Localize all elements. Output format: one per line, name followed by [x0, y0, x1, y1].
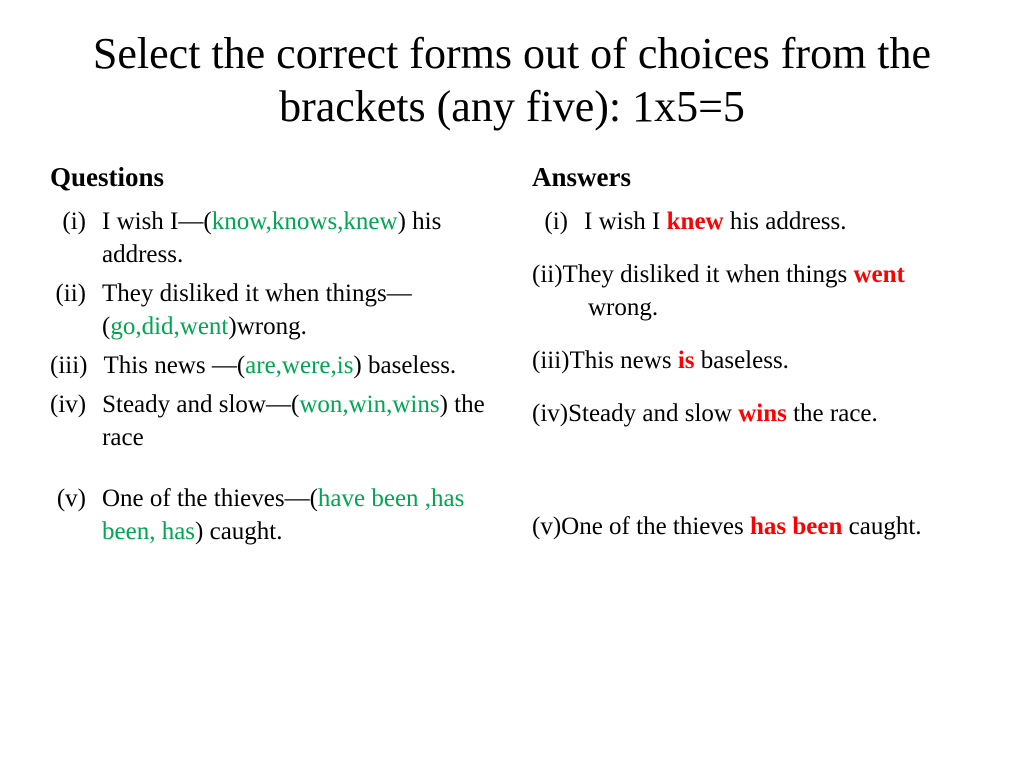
- answer-2: (ii)They disliked it when things went wr…: [532, 258, 974, 324]
- text: the race.: [787, 400, 878, 427]
- question-4: (iv) Steady and slow—(won,win,wins) the …: [50, 388, 492, 454]
- text: (v)One of the thieves: [532, 513, 750, 540]
- choice-text: won,win,wins: [299, 391, 439, 418]
- text: I wish I: [584, 208, 667, 235]
- text: (iv)Steady and slow: [532, 400, 738, 427]
- question-body: One of the thieves—(have been ,has been,…: [102, 482, 492, 548]
- answer-word: is: [678, 347, 695, 374]
- question-body: Steady and slow—(won,win,wins) the race: [102, 388, 492, 454]
- answer-3: (iii)This news is baseless.: [532, 344, 974, 377]
- answer-5: (v)One of the thieves has been caught.: [532, 510, 974, 543]
- answer-word: has been: [750, 513, 842, 540]
- question-body: I wish I—(know,knows,knew) his address.: [102, 205, 492, 271]
- question-2: (ii) They disliked it when things—(go,di…: [50, 277, 492, 343]
- question-1: (i) I wish I—(know,knows,knew) his addre…: [50, 205, 492, 271]
- text: his address.: [724, 208, 847, 235]
- answer-word: wins: [738, 400, 787, 427]
- question-marker: (v): [50, 482, 102, 548]
- answer-1: (i) I wish I knew his address.: [532, 205, 974, 238]
- text: (ii)They disliked it when things: [532, 261, 853, 288]
- question-marker: (i): [50, 205, 102, 271]
- text: baseless.: [695, 347, 789, 374]
- question-marker: (iii): [50, 349, 104, 382]
- answer-marker: (i): [532, 205, 584, 238]
- answer-body: I wish I knew his address.: [584, 205, 847, 238]
- answer-word: went: [853, 261, 904, 288]
- choice-text: know,knows,knew: [212, 208, 398, 235]
- question-body: They disliked it when things—(go,did,wen…: [102, 277, 492, 343]
- question-body: This news —(are,were,is) baseless.: [104, 349, 493, 382]
- questions-column: Questions (i) I wish I—(know,knows,knew)…: [50, 160, 492, 564]
- page-title: Select the correct forms out of choices …: [50, 28, 974, 134]
- choice-text: are,were,is: [245, 352, 353, 379]
- text: )wrong.: [228, 313, 306, 340]
- question-marker: (ii): [50, 277, 102, 343]
- text: Steady and slow—(: [102, 391, 299, 418]
- question-5: (v) One of the thieves—(have been ,has b…: [50, 482, 492, 548]
- text: wrong.: [588, 294, 658, 321]
- text: ) caught.: [195, 518, 282, 545]
- content-columns: Questions (i) I wish I—(know,knows,knew)…: [50, 160, 974, 564]
- text: This news —(: [104, 352, 246, 379]
- text: ) baseless.: [353, 352, 456, 379]
- choice-text: go,did,went: [110, 313, 228, 340]
- question-3: (iii) This news —(are,were,is) baseless.: [50, 349, 492, 382]
- text: I wish I—(: [102, 208, 212, 235]
- answers-column: Answers (i) I wish I knew his address. (…: [532, 160, 974, 564]
- text: caught.: [842, 513, 921, 540]
- text: (iii)This news: [532, 347, 678, 374]
- questions-header: Questions: [50, 160, 492, 196]
- answers-header: Answers: [532, 160, 974, 196]
- question-marker: (iv): [50, 388, 102, 454]
- answer-4: (iv)Steady and slow wins the race.: [532, 397, 974, 430]
- text: One of the thieves—(: [102, 485, 318, 512]
- answer-word: knew: [667, 208, 724, 235]
